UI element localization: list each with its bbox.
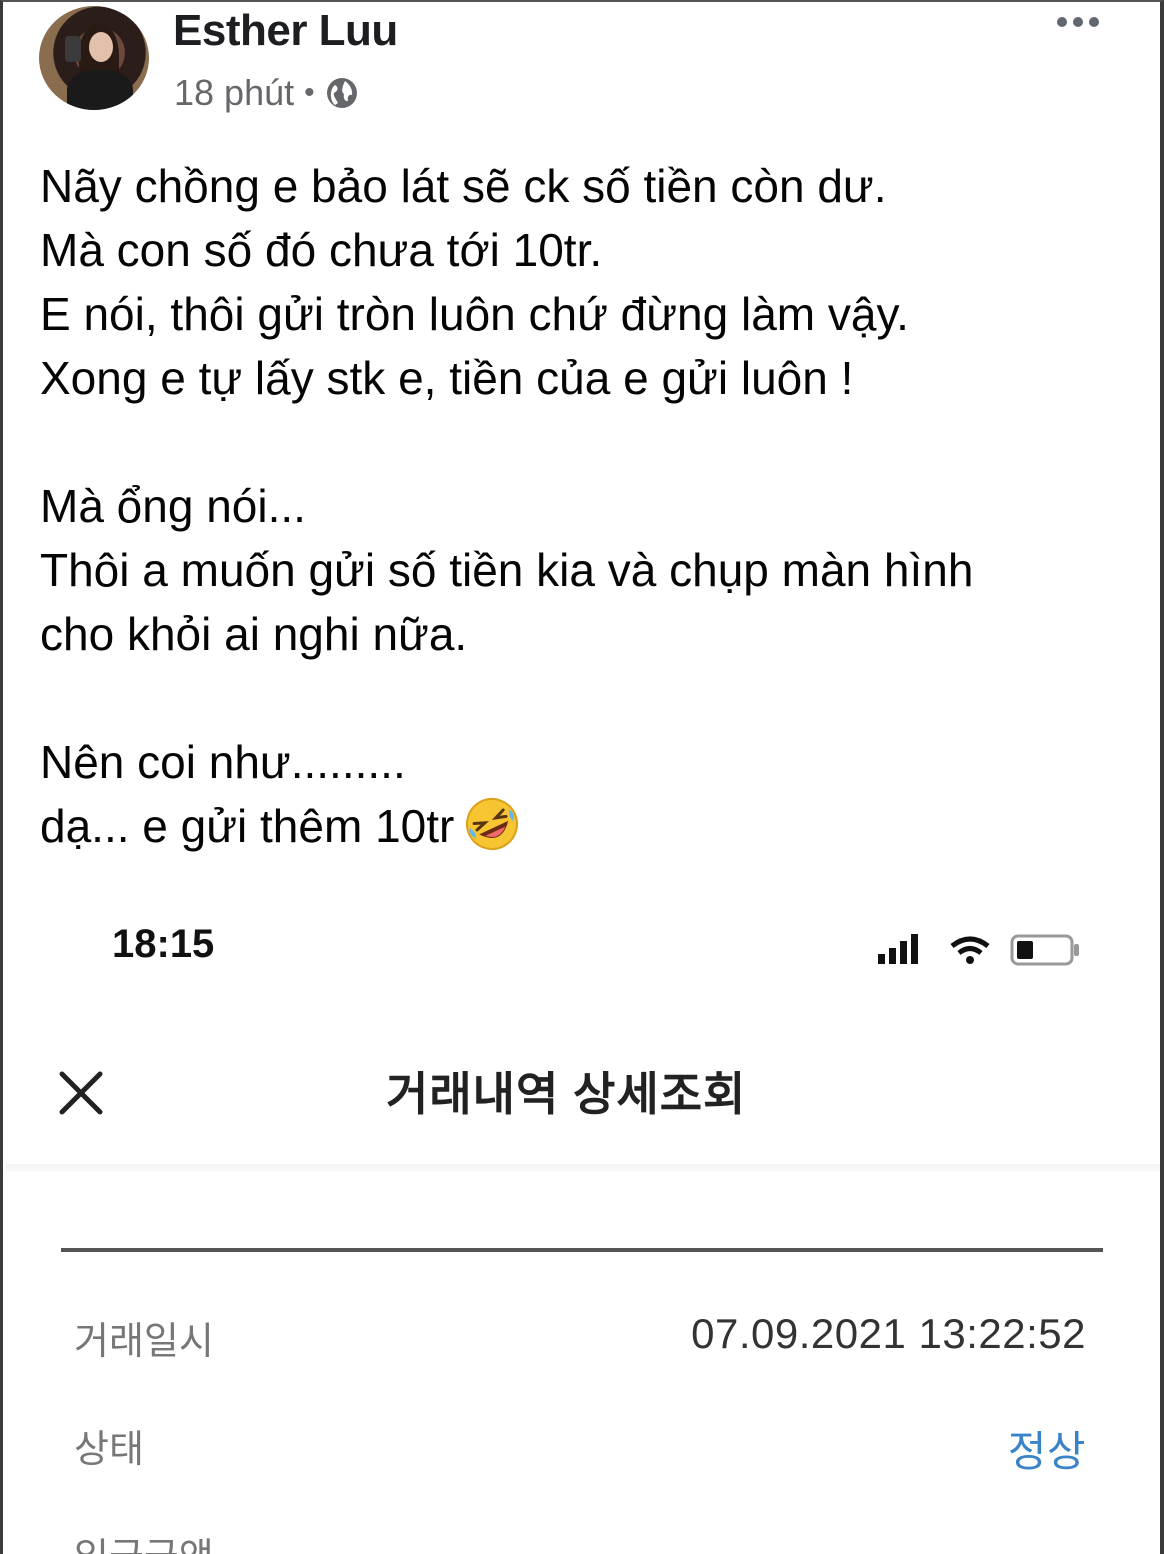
header-divider — [6, 1164, 1160, 1172]
post-line: dạ... e gửi thêm 10tr — [40, 800, 455, 852]
post-line: cho khỏi ai nghi nữa. — [40, 608, 468, 660]
screen-title: 거래내역 상세조회 — [386, 1068, 747, 1120]
section-rule — [61, 1248, 1103, 1252]
post-text: Nãy chồng e bảo lát sẽ ck số tiền còn dư… — [40, 154, 1140, 858]
post-line: Mà ổng nói... — [40, 480, 306, 532]
status-value: 정상 — [1007, 1428, 1086, 1475]
post-line: E nói, thôi gửi tròn luôn chứ đừng làm v… — [40, 288, 909, 340]
post-line: Mà con số đó chưa tới 10tr. — [40, 224, 603, 276]
globe-icon — [326, 78, 357, 108]
post-frame: Esther Luu 18 phút • Nãy chồng e bảo lát… — [0, 0, 1164, 1554]
post-last-line: dạ... e gửi thêm 10tr — [40, 794, 1140, 858]
meta-separator: • — [304, 76, 315, 109]
post-line: Xong e tự lấy stk e, tiền của e gửi luôn… — [40, 352, 854, 404]
author-name[interactable]: Esther Luu — [173, 6, 398, 56]
status-bar-time: 18:15 — [112, 922, 215, 966]
post-line: Nên coi như......... — [40, 736, 406, 788]
deposit-amount-label: 입금금액 — [74, 1526, 214, 1554]
transaction-date-label: 거래일시 — [74, 1321, 214, 1363]
post-meta: 18 phút • — [174, 72, 359, 114]
wifi-icon — [950, 936, 990, 964]
transaction-date-value: 07.09.2021 13:22:52 — [691, 1310, 1086, 1357]
transaction-screenshot: 18:15 거래내역 상세조회 거래일시 07.09.2021 13:22:52… — [6, 882, 1160, 1554]
avatar[interactable] — [39, 6, 149, 110]
rolling-laughing-emoji-icon — [466, 798, 519, 850]
signal-icon — [878, 934, 918, 964]
close-icon[interactable] — [56, 1068, 106, 1118]
status-bar-icons — [878, 934, 1079, 966]
battery-icon — [1010, 934, 1079, 966]
status-label: 상태 — [74, 1429, 144, 1471]
post-line: Nãy chồng e bảo lát sẽ ck số tiền còn dư… — [40, 160, 887, 212]
more-options-icon[interactable] — [1053, 12, 1103, 32]
post-time[interactable]: 18 phút — [174, 72, 294, 114]
post-line: Thôi a muốn gửi số tiền kia và chụp màn … — [40, 544, 974, 596]
